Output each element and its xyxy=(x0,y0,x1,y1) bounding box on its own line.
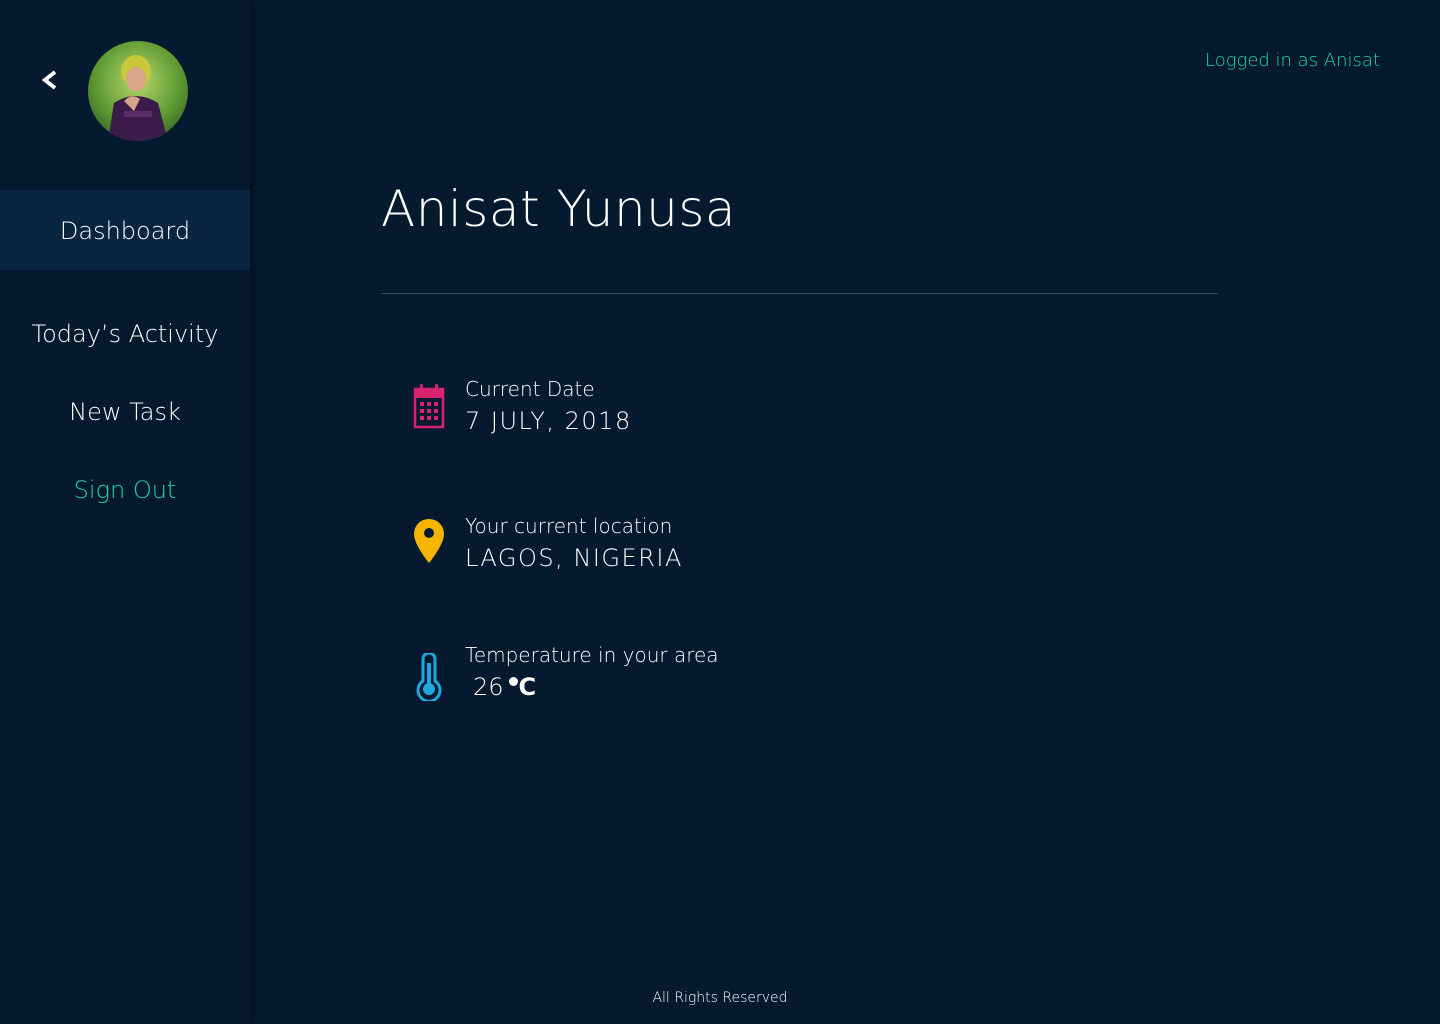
sidebar-item-dashboard[interactable]: Dashboard xyxy=(0,190,250,270)
sidebar-item-new-task[interactable]: New Task xyxy=(0,392,250,432)
chevron-left-icon xyxy=(41,70,57,90)
current-date-value: 7 JULY, 2018 xyxy=(465,407,632,435)
logged-in-status: Logged in as Anisat xyxy=(1205,50,1380,71)
avatar[interactable] xyxy=(88,41,188,141)
location-label: Your current location xyxy=(465,514,673,538)
temperature-label: Temperature in your area xyxy=(465,643,719,667)
main-content: Logged in as Anisat Anisat Yunusa Curren… xyxy=(250,0,1440,1024)
location-pin-icon xyxy=(413,517,445,569)
current-date-row: Current Date 7 JULY, 2018 xyxy=(413,377,1013,447)
temperature-row: Temperature in your area 26 C xyxy=(413,643,1013,713)
sidebar: Dashboard Today’s Activity New Task Sign… xyxy=(0,0,250,1024)
title-divider xyxy=(381,293,1218,294)
degree-icon xyxy=(508,677,518,686)
location-row: Your current location LAGOS, NIGERIA xyxy=(413,514,1013,584)
page-title: Anisat Yunusa xyxy=(381,180,737,238)
calendar-icon xyxy=(413,383,445,433)
back-button[interactable] xyxy=(36,66,62,94)
thermometer-icon xyxy=(413,651,445,705)
sidebar-item-todays-activity[interactable]: Today’s Activity xyxy=(0,314,250,354)
location-value: LAGOS, NIGERIA xyxy=(465,544,683,572)
temperature-value: 26 C xyxy=(473,673,536,701)
avatar-image xyxy=(88,41,188,141)
temperature-unit: C xyxy=(518,673,537,701)
current-date-label: Current Date xyxy=(465,377,595,401)
sidebar-item-sign-out[interactable]: Sign Out xyxy=(0,470,250,510)
temperature-number: 26 xyxy=(473,673,504,701)
